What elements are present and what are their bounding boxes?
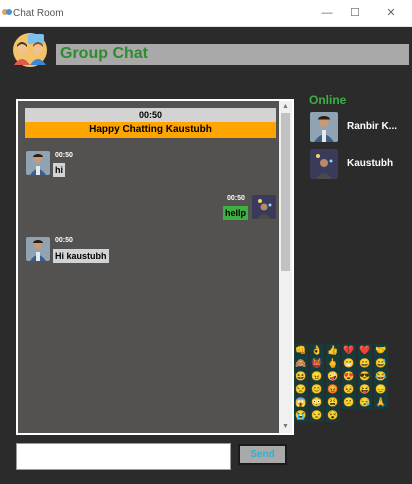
emoji-button[interactable]: ❤️ xyxy=(358,344,372,357)
send-button[interactable]: Send xyxy=(238,444,287,465)
scroll-thumb[interactable] xyxy=(281,113,290,271)
sender-avatar xyxy=(26,237,50,261)
header-bar: Group Chat xyxy=(56,44,409,65)
message-time: 00:50 xyxy=(55,152,73,159)
emoji-button[interactable]: 😠 xyxy=(310,370,324,383)
user-avatar xyxy=(310,112,338,142)
emoji-button[interactable]: 😩 xyxy=(326,396,340,409)
emoji-button[interactable]: 😱 xyxy=(294,396,308,409)
emoji-button[interactable]: 🤝 xyxy=(374,344,388,357)
emoji-button[interactable]: 😝 xyxy=(358,383,372,396)
title-bar: Chat Room — ☐ ✕ xyxy=(0,0,412,27)
emoji-button[interactable]: 😕 xyxy=(342,396,356,409)
emoji-button[interactable]: 🖕 xyxy=(326,357,340,370)
message-bubble: hi xyxy=(53,163,65,177)
own-avatar xyxy=(252,195,276,219)
message-input[interactable] xyxy=(16,443,231,470)
user-name: Kaustubh xyxy=(347,158,394,169)
emoji-button[interactable]: 👌 xyxy=(310,344,324,357)
online-label: Online xyxy=(309,93,347,107)
welcome-banner: Happy Chatting Kaustubh xyxy=(25,122,276,138)
emoji-button[interactable]: 🤪 xyxy=(326,370,340,383)
emoji-button[interactable]: 😅 xyxy=(374,357,388,370)
chat-window: Chat Room — ☐ ✕ Group Chat 00:50 Happy C… xyxy=(0,0,412,484)
user-avatar xyxy=(310,149,338,179)
emoji-button[interactable]: 😞 xyxy=(374,383,388,396)
chat-log[interactable]: 00:50 Happy Chatting Kaustubh 00:50 hi 0… xyxy=(16,99,294,435)
session-time: 00:50 xyxy=(25,108,276,122)
emoji-button[interactable]: 👊 xyxy=(294,344,308,357)
emoji-button[interactable]: 😍 xyxy=(342,370,356,383)
scroll-down-arrow-icon[interactable]: ▼ xyxy=(279,421,292,433)
minimize-button[interactable]: — xyxy=(313,3,341,23)
emoji-button[interactable]: 😭 xyxy=(294,409,308,422)
message-time: 00:50 xyxy=(55,237,73,244)
emoji-button[interactable]: 😄 xyxy=(358,357,372,370)
message-bubble: Hi kaustubh xyxy=(53,249,109,263)
chat-scrollbar[interactable]: ▲ ▼ xyxy=(279,101,292,433)
emoji-button[interactable]: 😁 xyxy=(342,357,356,370)
chat-app-icon xyxy=(2,9,12,15)
emoji-button[interactable]: 😂 xyxy=(374,370,388,383)
emoji-button[interactable]: 😳 xyxy=(310,396,324,409)
user-name: Ranbir K... xyxy=(347,121,398,132)
emoji-button[interactable]: 🙈 xyxy=(294,357,308,370)
emoji-button[interactable]: 🙏 xyxy=(374,396,388,409)
emoji-button[interactable]: 😪 xyxy=(358,396,372,409)
chat-messages-area: 00:50 Happy Chatting Kaustubh 00:50 hi 0… xyxy=(18,101,279,433)
online-user[interactable]: Kaustubh xyxy=(310,149,410,179)
emoji-button[interactable]: 😊 xyxy=(310,383,324,396)
emoji-button[interactable]: 😣 xyxy=(342,383,356,396)
emoji-button[interactable]: 👹 xyxy=(310,357,324,370)
emoji-button[interactable]: 😒 xyxy=(294,383,308,396)
sender-avatar xyxy=(26,151,50,175)
emoji-button[interactable]: 😒 xyxy=(310,409,324,422)
emoji-button[interactable]: 👍 xyxy=(326,344,340,357)
emoji-button[interactable]: 💔 xyxy=(342,344,356,357)
page-title: Group Chat xyxy=(60,45,148,62)
maximize-button[interactable]: ☐ xyxy=(341,3,369,23)
group-chat-logo xyxy=(13,33,47,67)
emoji-button[interactable]: 😎 xyxy=(358,370,372,383)
online-user[interactable]: Ranbir K... xyxy=(310,112,410,142)
scroll-up-arrow-icon[interactable]: ▲ xyxy=(279,101,292,113)
emoji-button[interactable]: 😡 xyxy=(326,383,340,396)
emoji-button[interactable]: 😆 xyxy=(294,370,308,383)
message-bubble: hellp xyxy=(223,206,249,220)
message-time: 00:50 xyxy=(227,195,245,202)
window-title: Chat Room xyxy=(13,8,64,19)
emoji-picker: 👊 👌 👍 💔 ❤️ 🤝 🙈 👹 🖕 😁 😄 😅 😆 😠 🤪 😍 😎 😂 😒 😊 😡 😣 😝 😞 😱 😳 😩 😕 😪 🙏 😭 😒 😵 xyxy=(294,344,388,422)
emoji-button[interactable]: 😵 xyxy=(326,409,340,422)
close-button[interactable]: ✕ xyxy=(377,3,405,23)
